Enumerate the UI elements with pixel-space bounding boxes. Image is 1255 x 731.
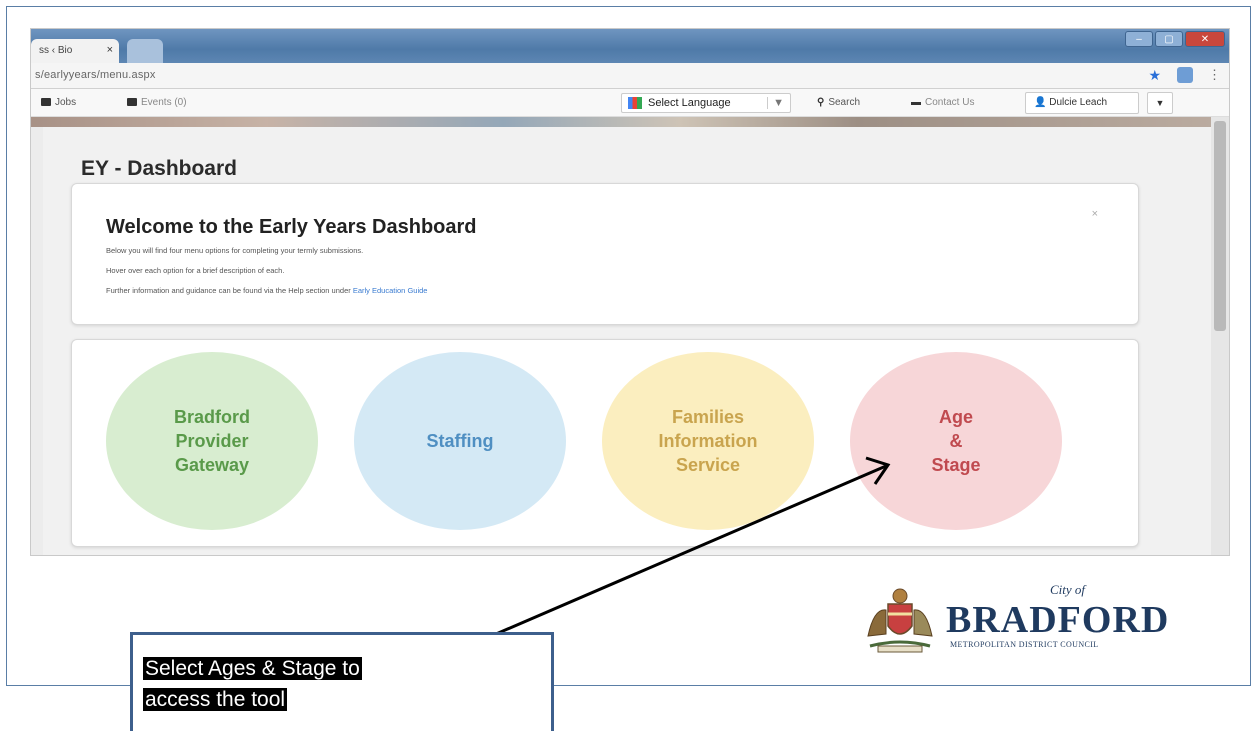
search-icon: ⚲ xyxy=(817,97,825,108)
callout-line: Select Ages & Stage to xyxy=(143,657,362,680)
welcome-text-line: Further information and guidance can be … xyxy=(106,286,427,295)
minimize-icon[interactable]: – xyxy=(1125,31,1153,47)
nav-search-label: Search xyxy=(828,97,861,108)
window-controls: – ▢ ✕ xyxy=(1125,31,1225,47)
age-stage-label-line: Stage xyxy=(931,455,981,475)
fis-label: Families Information Service xyxy=(659,405,758,477)
calendar-icon xyxy=(127,98,137,107)
logo-bradford: BRADFORD xyxy=(946,599,1170,641)
early-education-guide-link[interactable]: Early Education Guide xyxy=(353,286,428,295)
dashboard-content: EY - Dashboard Welcome to the Early Year… xyxy=(43,127,1211,555)
page-title: EY - Dashboard xyxy=(81,157,237,180)
google-translate-icon xyxy=(628,97,642,110)
fis-label-line: Service xyxy=(675,455,741,475)
bookmark-star-icon[interactable]: ★ xyxy=(1148,67,1161,84)
age-stage-label: Age & Stage xyxy=(931,405,980,477)
instruction-callout: Select Ages & Stage to access the tool xyxy=(130,632,554,731)
chevron-down-icon: ▼ xyxy=(767,97,784,109)
staffing-label: Staffing xyxy=(426,431,494,451)
user-dropdown-toggle[interactable]: ▼ xyxy=(1147,92,1173,114)
bradford-provider-gateway-button[interactable]: Bradford Provider Gateway xyxy=(106,352,318,530)
header-banner-image xyxy=(31,117,1211,127)
nav-search[interactable]: ⚲ Search xyxy=(817,97,860,108)
bpg-label-line: Provider xyxy=(175,431,249,451)
scrollbar-thumb[interactable] xyxy=(1214,121,1226,331)
browser-screenshot: ss ‹ Bio × – ▢ ✕ s/earlyyears/menu.aspx … xyxy=(30,28,1230,556)
welcome-panel: Welcome to the Early Years Dashboard Bel… xyxy=(71,183,1139,325)
logo-council: METROPOLITAN DISTRICT COUNCIL xyxy=(950,640,1099,649)
staffing-button[interactable]: Staffing xyxy=(354,352,566,530)
families-information-service-button[interactable]: Families Information Service xyxy=(602,352,814,530)
site-navigation: Jobs Events (0) Select Language ▼ ⚲ Searc… xyxy=(31,89,1229,117)
welcome-title: Welcome to the Early Years Dashboard xyxy=(106,216,477,238)
close-icon[interactable]: × xyxy=(1092,208,1098,220)
select-language-label: Select Language xyxy=(648,97,731,109)
new-tab-button[interactable] xyxy=(127,39,163,63)
nav-contact-label: Contact Us xyxy=(925,97,975,108)
fis-label-line: Information xyxy=(658,431,758,451)
briefcase-icon xyxy=(41,98,51,107)
window-close-icon[interactable]: ✕ xyxy=(1185,31,1225,47)
browser-tab[interactable]: ss ‹ Bio × xyxy=(31,39,119,63)
welcome-help-text: Further information and guidance can be … xyxy=(106,286,353,295)
address-bar[interactable]: s/earlyyears/menu.aspx ★ ⋮ xyxy=(31,63,1229,89)
bpg-label-line: Gateway xyxy=(174,455,250,475)
url-text[interactable]: s/earlyyears/menu.aspx xyxy=(35,69,156,81)
logo-city-of: City of xyxy=(1050,582,1086,597)
extension-icon[interactable] xyxy=(1177,67,1193,83)
select-language-dropdown[interactable]: Select Language ▼ xyxy=(621,93,791,113)
age-stage-label-line: & xyxy=(949,431,963,451)
tab-close-icon[interactable]: × xyxy=(107,44,113,56)
nav-jobs[interactable]: Jobs xyxy=(41,97,76,108)
fis-label-line: Families xyxy=(671,407,745,427)
tab-title: ss ‹ Bio xyxy=(39,45,73,56)
nav-contact-us[interactable]: ▬ Contact Us xyxy=(911,97,974,108)
user-name: Dulcie Leach xyxy=(1049,97,1108,108)
browser-menu-icon[interactable]: ⋮ xyxy=(1208,67,1221,83)
browser-tab-bar: ss ‹ Bio × – ▢ ✕ xyxy=(31,29,1229,63)
nav-jobs-label: Jobs xyxy=(55,97,77,108)
bpg-label-line: Bradford xyxy=(174,407,250,427)
maximize-icon[interactable]: ▢ xyxy=(1155,31,1183,47)
age-and-stage-button[interactable]: Age & Stage xyxy=(850,352,1062,530)
user-menu-button[interactable]: 👤 Dulcie Leach xyxy=(1025,92,1139,114)
nav-events[interactable]: Events (0) xyxy=(127,97,187,108)
menu-options-panel: Bradford Provider Gateway Staffing Famil… xyxy=(71,339,1139,547)
user-icon: 👤 xyxy=(1034,97,1050,108)
callout-line: access the tool xyxy=(143,688,288,711)
age-stage-label-line: Age xyxy=(938,407,973,427)
coat-of-arms-icon xyxy=(867,588,933,653)
callout-text: Select Ages & Stage to access the tool xyxy=(143,653,362,715)
bradford-council-logo: City of BRADFORD METROPOLITAN DISTRICT C… xyxy=(850,580,1190,660)
chat-icon: ▬ xyxy=(911,97,921,108)
welcome-text-line: Hover over each option for a brief descr… xyxy=(106,266,285,275)
page: ss ‹ Bio × – ▢ ✕ s/earlyyears/menu.aspx … xyxy=(0,0,1255,731)
bpg-label: Bradford Provider Gateway xyxy=(174,405,250,477)
welcome-text-line: Below you will find four menu options fo… xyxy=(106,246,364,255)
nav-events-label: Events (0) xyxy=(141,97,187,108)
